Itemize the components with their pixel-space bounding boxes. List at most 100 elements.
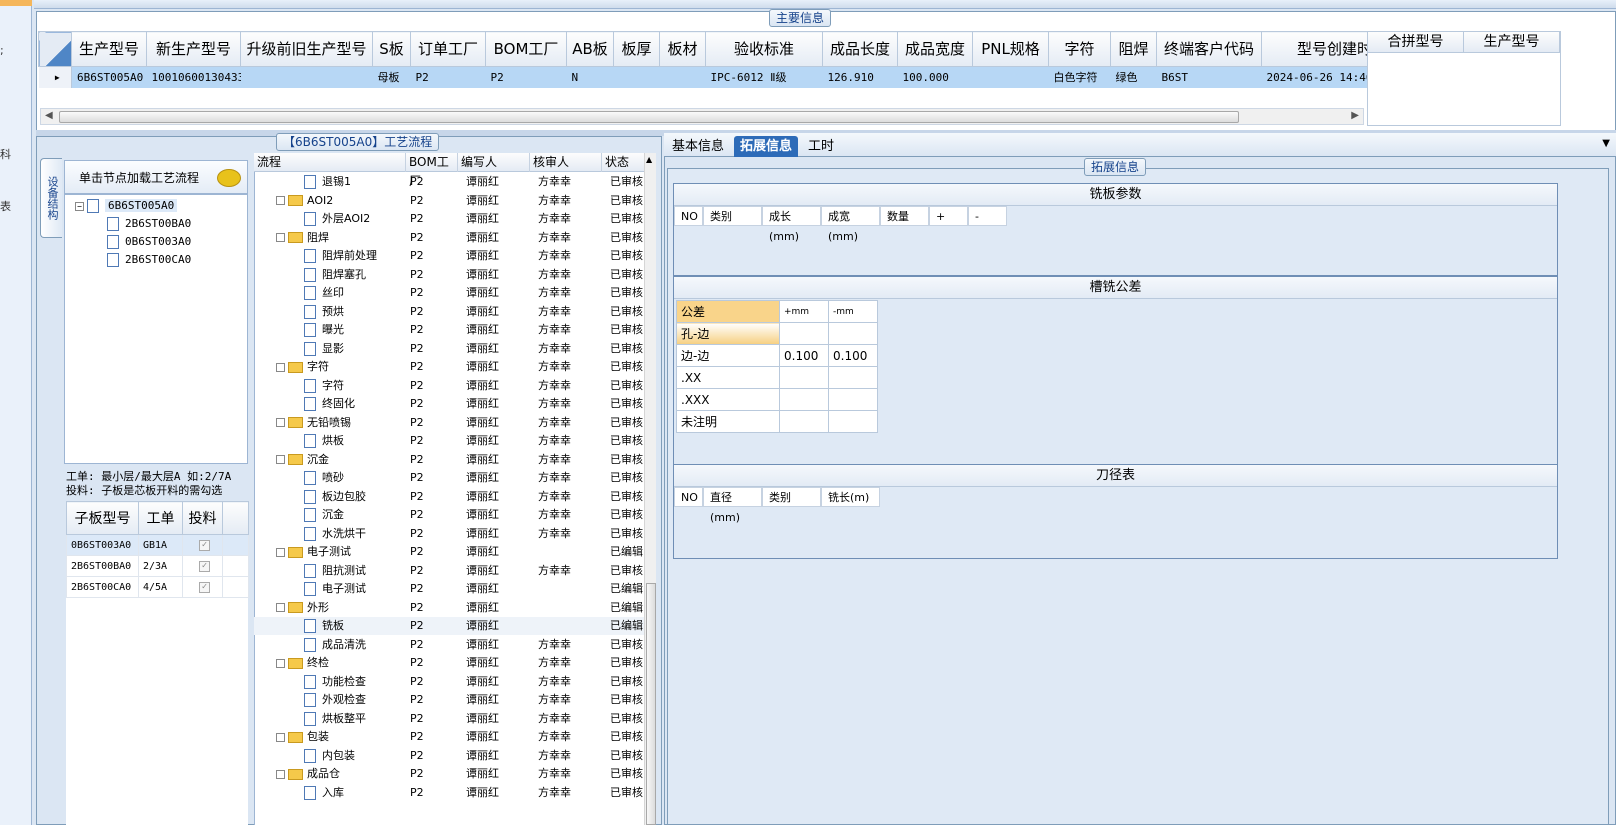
- process-row[interactable]: 沉金 P2 谭丽红 方幸幸 已审核: [254, 506, 644, 524]
- cell[interactable]: N: [566, 66, 614, 88]
- main-grid-hscrollbar[interactable]: ◀ ▶: [40, 108, 1364, 125]
- col-header[interactable]: 成长(mm): [762, 206, 821, 243]
- collapse-icon[interactable]: −: [276, 732, 285, 742]
- cell[interactable]: ✓: [182, 534, 223, 556]
- col-header[interactable]: 流程: [254, 153, 406, 172]
- col-header[interactable]: 升级前旧生产型号: [240, 31, 373, 67]
- process-row[interactable]: 水洗烘干 P2 谭丽红 方幸幸 已审核: [254, 525, 644, 543]
- cell[interactable]: [828, 322, 878, 345]
- col-header[interactable]: 板厚: [613, 31, 660, 67]
- cell[interactable]: 0B6ST003A0: [66, 534, 139, 556]
- col-header[interactable]: 编写人: [458, 153, 530, 172]
- col-header[interactable]: 生产型号: [1464, 32, 1560, 52]
- col-header[interactable]: 合拼型号: [1368, 32, 1464, 52]
- col-header[interactable]: 终端客户代码: [1156, 31, 1262, 67]
- cell[interactable]: 孔-边: [676, 322, 780, 345]
- comment-bubble-icon[interactable]: [217, 169, 241, 187]
- process-row[interactable]: 铣板 P2 谭丽红 已编辑: [254, 617, 644, 635]
- cell[interactable]: P2: [485, 66, 567, 88]
- scroll-right-icon[interactable]: ▶: [1351, 110, 1359, 121]
- cell[interactable]: P2: [410, 66, 486, 88]
- feed-checkbox[interactable]: ✓: [199, 561, 210, 572]
- col-header[interactable]: 公差: [676, 300, 780, 323]
- process-row[interactable]: 退锡1 P2 谭丽红 方幸幸 已审核: [254, 173, 644, 191]
- collapse-icon[interactable]: −: [276, 233, 285, 242]
- tab-work-hours[interactable]: 工时: [802, 136, 840, 157]
- scroll-up-icon[interactable]: ▲: [646, 155, 652, 164]
- process-row[interactable]: 外观检查 P2 谭丽红 方幸幸 已审核: [254, 691, 644, 709]
- col-header[interactable]: 类别: [703, 206, 762, 226]
- process-row[interactable]: 功能检查 P2 谭丽红 方幸幸 已审核: [254, 673, 644, 691]
- cell[interactable]: .XXX: [676, 388, 780, 411]
- process-row[interactable]: 电子测试 P2 谭丽红 已编辑: [254, 580, 644, 598]
- cell[interactable]: 2024-06-26 14:46:53: [1261, 66, 1377, 88]
- col-header[interactable]: 阻焊: [1110, 31, 1157, 67]
- collapse-icon[interactable]: −: [276, 455, 285, 464]
- cell[interactable]: 10010600130433: [146, 66, 241, 88]
- collapse-icon[interactable]: −: [276, 603, 285, 612]
- left-nav-fragment[interactable]: 表: [0, 198, 11, 214]
- process-row[interactable]: 曝光 P2 谭丽红 方幸幸 已审核: [254, 321, 644, 339]
- col-header[interactable]: 板材: [659, 31, 706, 67]
- collapse-icon[interactable]: −: [276, 362, 285, 372]
- process-row[interactable]: 丝印 P2 谭丽红 方幸幸 已审核: [254, 284, 644, 302]
- process-row[interactable]: 终固化 P2 谭丽红 方幸幸 已审核: [254, 395, 644, 413]
- chevron-down-icon[interactable]: ▼: [1602, 138, 1610, 149]
- cell[interactable]: [779, 366, 829, 389]
- cell[interactable]: 2B6ST00BA0: [66, 555, 139, 577]
- cell[interactable]: [972, 66, 1049, 88]
- left-nav-active-tab[interactable]: [0, 0, 32, 6]
- process-row[interactable]: 成品清洗 P2 谭丽红 方幸幸 已审核: [254, 636, 644, 654]
- cell[interactable]: 2B6ST00CA0: [66, 576, 139, 598]
- col-header[interactable]: 核审人: [530, 153, 602, 172]
- col-header[interactable]: 生产型号: [71, 31, 147, 67]
- cell[interactable]: ✓: [182, 555, 223, 577]
- table-row[interactable]: 2B6ST00BA0 2/3A ✓: [66, 555, 249, 577]
- process-row[interactable]: 字符 P2 谭丽红 方幸幸 已审核: [254, 377, 644, 395]
- cell[interactable]: 6B6ST005A0: [71, 66, 147, 88]
- tree-node[interactable]: 2B6ST00CA0: [107, 253, 191, 267]
- col-header[interactable]: BOM工厂: [485, 31, 567, 67]
- cell[interactable]: [779, 322, 829, 345]
- process-row[interactable]: −阻焊P2谭丽红方幸幸已审核: [254, 229, 644, 247]
- scroll-thumb[interactable]: [646, 583, 656, 825]
- collapse-icon[interactable]: −: [276, 658, 285, 668]
- process-row[interactable]: −沉金P2谭丽红方幸幸已审核: [254, 451, 644, 469]
- left-nav-fragment[interactable]: 科: [0, 146, 11, 162]
- col-header[interactable]: AB板: [566, 31, 614, 67]
- process-row[interactable]: −无铅喷锡P2谭丽红方幸幸已审核: [254, 414, 644, 432]
- process-row[interactable]: 阻焊前处理 P2 谭丽红 方幸幸 已审核: [254, 247, 644, 265]
- cell[interactable]: GB1A: [138, 534, 183, 556]
- cell[interactable]: [240, 66, 373, 88]
- collapse-icon[interactable]: −: [276, 196, 285, 205]
- process-row[interactable]: −电子测试P2谭丽红已编辑: [254, 543, 644, 561]
- feed-checkbox[interactable]: ✓: [199, 582, 210, 593]
- col-header[interactable]: 成品长度: [822, 31, 898, 67]
- process-row[interactable]: −AOI2P2谭丽红方幸幸已审核: [254, 192, 644, 210]
- col-header[interactable]: 数量: [880, 206, 929, 226]
- cell[interactable]: [828, 366, 878, 389]
- cell[interactable]: ✓: [182, 576, 223, 598]
- collapse-icon[interactable]: −: [276, 547, 285, 557]
- col-header[interactable]: 工单: [138, 501, 183, 535]
- process-row[interactable]: 阻焊塞孔 P2 谭丽红 方幸幸 已审核: [254, 266, 644, 284]
- col-header[interactable]: 新生产型号: [146, 31, 241, 67]
- col-header[interactable]: S板: [372, 31, 411, 67]
- col-header[interactable]: 字符: [1048, 31, 1111, 67]
- process-row[interactable]: 预烘 P2 谭丽红 方幸幸 已审核: [254, 303, 644, 321]
- cell[interactable]: 0.100: [828, 344, 878, 367]
- cell[interactable]: .XX: [676, 366, 780, 389]
- col-header[interactable]: 直径(mm): [703, 487, 762, 524]
- process-row[interactable]: 阻抗测试 P2 谭丽红 方幸幸 已审核: [254, 562, 644, 580]
- grid-corner[interactable]: [38, 31, 72, 67]
- col-header[interactable]: 子板型号: [66, 501, 139, 535]
- collapse-icon[interactable]: −: [276, 418, 285, 427]
- table-row[interactable]: 未注明: [676, 410, 878, 433]
- tab-extended-info[interactable]: 拓展信息: [734, 136, 799, 157]
- col-header[interactable]: BOM工厂: [406, 153, 458, 188]
- scroll-thumb[interactable]: [59, 111, 1239, 123]
- cell[interactable]: [779, 410, 829, 433]
- cell[interactable]: [779, 388, 829, 411]
- process-row[interactable]: −包装P2谭丽红方幸幸已审核: [254, 728, 644, 746]
- cell[interactable]: 母板: [372, 66, 411, 88]
